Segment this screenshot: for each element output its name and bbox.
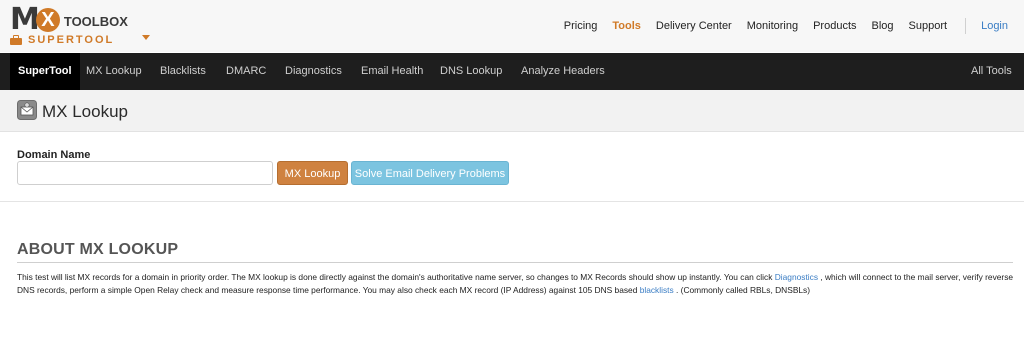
domain-name-input[interactable] <box>17 161 273 185</box>
topnav-divider <box>965 18 967 34</box>
topnav-pricing[interactable]: Pricing <box>564 20 598 32</box>
about-heading: ABOUT MX LOOKUP <box>17 241 179 258</box>
diagnostics-link[interactable]: Diagnostics <box>775 272 818 282</box>
mx-lookup-button[interactable]: MX Lookup <box>277 161 348 185</box>
tool-navigation: SuperTool MX Lookup Blacklists DMARC Dia… <box>0 53 1024 90</box>
page-title: MX Lookup <box>42 102 128 121</box>
tab-supertool[interactable]: SuperTool <box>10 53 80 90</box>
logo-x-badge: X <box>35 8 60 32</box>
domain-name-label: Domain Name <box>17 149 91 161</box>
tab-all-tools[interactable]: All Tools <box>971 53 1012 90</box>
logo-mx-text: M <box>10 2 40 37</box>
login-link[interactable]: Login <box>981 20 1008 32</box>
tab-email-health[interactable]: Email Health <box>361 53 423 90</box>
tab-dmarc[interactable]: DMARC <box>226 53 266 90</box>
supertool-label: SUPERTOOL <box>28 34 115 46</box>
tab-diagnostics[interactable]: Diagnostics <box>285 53 342 90</box>
tab-analyze-headers[interactable]: Analyze Headers <box>521 53 605 90</box>
top-header: M X TOOLBOX SUPERTOOL Pricing Tools Delive… <box>0 0 1024 52</box>
logo-mark: M X TOOLBOX <box>10 3 128 35</box>
tab-mx-lookup[interactable]: MX Lookup <box>86 53 142 90</box>
about-heading-rule <box>17 262 1013 263</box>
section-divider <box>0 201 1024 202</box>
envelope-gear-icon <box>17 100 37 120</box>
topnav-monitoring[interactable]: Monitoring <box>747 20 798 32</box>
blacklists-link[interactable]: blacklists <box>640 285 674 295</box>
toolbox-icon <box>10 35 22 45</box>
tab-dns-lookup[interactable]: DNS Lookup <box>440 53 502 90</box>
top-navigation: Pricing Tools Delivery Center Monitoring… <box>549 18 1008 34</box>
supertool-switcher[interactable]: SUPERTOOL <box>10 34 114 46</box>
topnav-delivery-center[interactable]: Delivery Center <box>656 20 732 32</box>
topnav-tools[interactable]: Tools <box>612 20 641 32</box>
tab-blacklists[interactable]: Blacklists <box>160 53 206 90</box>
logo-toolbox-text: TOOLBOX <box>63 14 128 29</box>
about-description: This test will list MX records for a dom… <box>17 271 1017 297</box>
about-text-part3: . (Commonly called RBLs, DNSBLs) <box>673 285 811 295</box>
topnav-support[interactable]: Support <box>909 20 948 32</box>
page-title-band: MX Lookup <box>0 90 1024 132</box>
chevron-down-icon[interactable] <box>142 35 150 40</box>
topnav-products[interactable]: Products <box>813 20 856 32</box>
solve-email-delivery-button[interactable]: Solve Email Delivery Problems <box>351 161 509 185</box>
topnav-blog[interactable]: Blog <box>872 20 894 32</box>
about-text-part1: This test will list MX records for a dom… <box>17 272 775 282</box>
